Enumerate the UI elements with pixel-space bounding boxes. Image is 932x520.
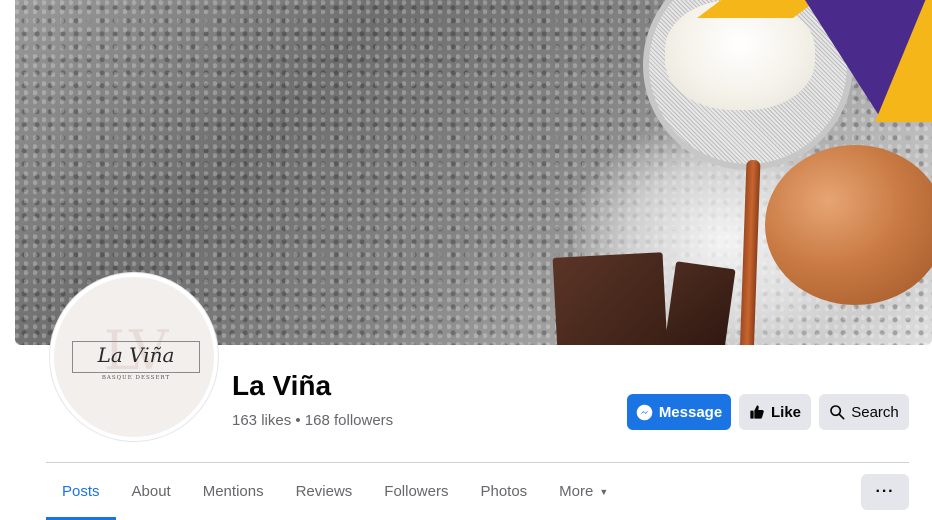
tab-photos[interactable]: Photos <box>464 463 543 520</box>
tab-mentions[interactable]: Mentions <box>187 463 280 520</box>
tab-label: Photos <box>480 483 528 500</box>
more-options-icon: ··· <box>875 483 895 500</box>
tab-label: Mentions <box>202 483 264 500</box>
page-stats[interactable]: 163 likes • 168 followers <box>232 412 393 429</box>
tab-label: Followers <box>384 483 449 500</box>
messenger-icon <box>636 404 653 421</box>
tab-label: Reviews <box>295 483 353 500</box>
tab-label: About <box>131 483 171 500</box>
search-button[interactable]: Search <box>819 394 909 430</box>
tab-more[interactable]: More ▼ <box>543 463 624 520</box>
tab-label: More <box>559 483 594 500</box>
egg <box>765 145 932 305</box>
caret-down-icon: ▼ <box>599 486 609 497</box>
chocolate-piece <box>552 252 668 345</box>
search-label: Search <box>851 403 899 421</box>
profile-picture[interactable]: LV La Viña BASQUE DESSERT <box>50 273 218 441</box>
message-label: Message <box>658 403 723 421</box>
tab-label: Posts <box>62 483 100 500</box>
more-options-button[interactable]: ··· <box>861 474 909 510</box>
thumbs-up-icon <box>749 404 765 420</box>
like-button[interactable]: Like <box>739 394 811 430</box>
tab-about[interactable]: About <box>116 463 187 520</box>
like-label: Like <box>770 403 801 421</box>
search-icon <box>829 404 845 420</box>
page-tabs: Posts About Mentions Reviews Followers P… <box>46 463 624 520</box>
chocolate-piece <box>664 261 736 345</box>
logo-subtitle: BASQUE DESSERT <box>80 375 192 381</box>
page-title: La Viña <box>232 370 332 401</box>
message-button[interactable]: Message <box>627 394 731 430</box>
logo-script: La Viña <box>97 343 175 367</box>
tab-followers[interactable]: Followers <box>368 463 464 520</box>
tab-posts[interactable]: Posts <box>46 463 116 520</box>
tab-reviews[interactable]: Reviews <box>280 463 369 520</box>
